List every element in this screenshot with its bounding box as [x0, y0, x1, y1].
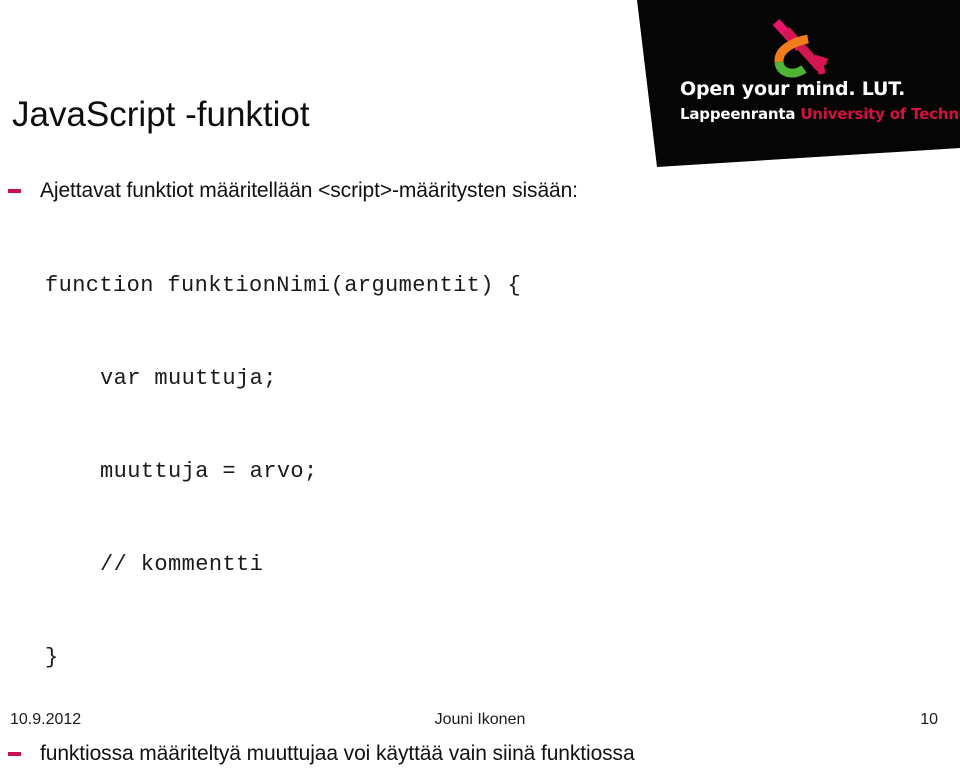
bullet-text: funktiossa määriteltyä muuttujaa voi käy… — [40, 742, 635, 765]
logo-city-label: Lappeenranta — [680, 105, 796, 123]
logo-tagline: Open your mind. LUT. — [680, 78, 906, 100]
logo-university-label: University of Technology — [800, 105, 960, 123]
slide-canvas: Open your mind. LUT. Lappeenranta Univer… — [0, 0, 960, 765]
code-line: function funktionNimi(argumentit) { — [45, 273, 522, 298]
code-block: function funktionNimi(argumentit) { var … — [0, 208, 930, 735]
lut-logo: Open your mind. LUT. Lappeenranta Univer… — [630, 0, 960, 170]
lut-ampersand-icon — [772, 18, 829, 78]
dash-bullet-icon — [8, 752, 21, 756]
code-line: // kommentti — [100, 552, 264, 577]
slide-content: Ajettavat funktiot määritellään <script>… — [0, 178, 930, 769]
code-line: } — [45, 645, 59, 670]
bullet-item: Ajettavat funktiot määritellään <script>… — [0, 178, 930, 204]
code-line: muuttuja = arvo; — [100, 459, 318, 484]
dash-bullet-icon — [8, 189, 21, 193]
footer-author: Jouni Ikonen — [434, 711, 526, 728]
page-title: JavaScript -funktiot — [12, 95, 310, 135]
code-line: var muuttuja; — [100, 366, 277, 391]
slide-footer: 10.9.2012 Jouni Ikonen 10 — [0, 697, 960, 737]
bullet-item: funktiossa määriteltyä muuttujaa voi käy… — [0, 741, 930, 767]
logo-subline: Lappeenranta University of Technology — [680, 105, 960, 123]
footer-page-number: 10 — [920, 711, 938, 728]
bullet-text: Ajettavat funktiot määritellään <script>… — [40, 179, 578, 202]
